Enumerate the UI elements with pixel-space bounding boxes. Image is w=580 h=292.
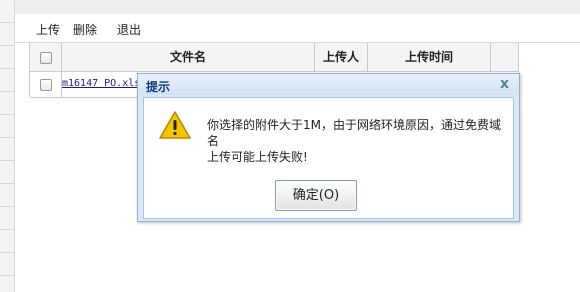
close-icon[interactable]: x [500,76,509,92]
column-divider [367,43,368,71]
dialog-body: 你选择的附件大于1M，由于网络环境原因，通过免费域名 上传可能上传失败! 确定(… [143,97,514,219]
alert-dialog: 提示 x 你选择的附件大于1M，由于网络环境原因，通过免费域名 上传可能上传失败… [137,73,520,222]
column-divider [61,43,62,97]
column-header-uploader[interactable]: 上传人 [315,43,367,71]
upload-button[interactable]: 上传 [36,21,60,38]
column-divider [490,43,491,71]
toolbar: 上传 删除 退出 [15,14,580,43]
delete-button[interactable]: 删除 [73,21,97,38]
table-header: 文件名 上传人 上传时间 [30,43,518,72]
exit-button[interactable]: 退出 [117,21,141,38]
dialog-title: 提示 [146,80,171,94]
dialog-message-line: 上传可能上传失败! [207,150,308,164]
dialog-message: 你选择的附件大于1M，由于网络环境原因，通过免费域名 上传可能上传失败! [207,117,507,165]
row-checkbox[interactable] [40,79,52,91]
dialog-message-line: 你选择的附件大于1M，由于网络环境原因，通过免费域名 [207,118,501,148]
warning-icon [159,111,191,139]
dialog-title-bar[interactable]: 提示 x [138,74,519,95]
column-divider [314,43,315,71]
ok-button[interactable]: 确定(O) [275,180,357,211]
left-gutter [0,0,15,292]
file-link[interactable]: m16147 PO.xls [62,78,140,89]
top-bar [15,0,580,15]
select-all-checkbox[interactable] [40,52,52,64]
column-header-filename[interactable]: 文件名 [62,43,314,71]
column-header-upload-time[interactable]: 上传时间 [368,43,490,71]
